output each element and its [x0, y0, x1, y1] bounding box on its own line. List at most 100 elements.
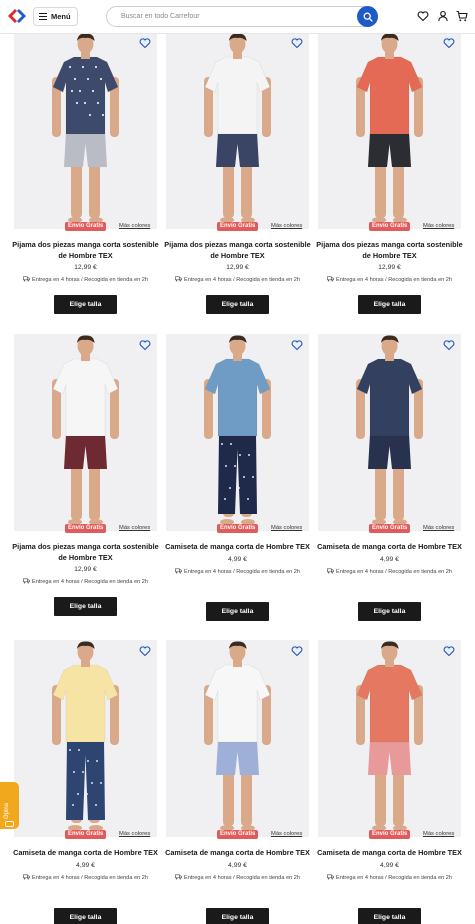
delivery-text: Entrega en 4 horas / Recogida en tienda …	[32, 875, 148, 881]
delivery-info: Entrega en 4 horas / Recogida en tienda …	[14, 578, 157, 585]
product-card[interactable]: Envío Gratis Más colores Pijama dos piezas…	[12, 32, 159, 322]
product-title[interactable]: Camiseta de manga corta de Hombre TEX	[164, 847, 311, 858]
favorite-heart-icon[interactable]	[139, 37, 151, 49]
more-colors-link[interactable]: Más colores	[119, 223, 150, 229]
choose-size-button[interactable]: Elige talla	[54, 597, 117, 616]
choose-size-button[interactable]: Elige talla	[54, 295, 117, 314]
free-shipping-badge: Envío Gratis	[65, 830, 107, 839]
search-button[interactable]	[357, 6, 378, 27]
delivery-text: Entrega en 4 horas / Recogida en tienda …	[184, 569, 300, 575]
delivery-info: Entrega en 4 horas / Recogida en tienda …	[166, 874, 309, 881]
favorite-heart-icon[interactable]	[139, 645, 151, 657]
menu-icon	[39, 13, 47, 21]
product-image[interactable]	[14, 32, 157, 229]
product-card[interactable]: Envío Gratis Más colores Pijama dos piezas…	[12, 334, 159, 624]
product-card[interactable]: Envío Gratis Más colores Pijama dos piezas…	[164, 32, 311, 322]
search-input[interactable]: Buscar en todo Carrefour	[121, 13, 200, 20]
delivery-truck-icon	[175, 276, 182, 282]
delivery-info: Entrega en 4 horas / Recogida en tienda …	[318, 276, 461, 283]
free-shipping-badge: Envío Gratis	[65, 524, 107, 533]
choose-size-button[interactable]: Elige talla	[358, 908, 421, 924]
product-card[interactable]: Envío Gratis Más colores Camiseta de manga…	[164, 334, 311, 624]
product-image[interactable]	[318, 640, 461, 837]
more-colors-link[interactable]: Más colores	[423, 831, 454, 837]
delivery-info: Entrega en 4 horas / Recogida en tienda …	[318, 568, 461, 575]
more-colors-link[interactable]: Más colores	[271, 831, 302, 837]
model-figure	[204, 33, 271, 223]
product-title[interactable]: Pijama dos piezas manga corta sostenible…	[164, 239, 311, 261]
model-figure	[52, 33, 119, 223]
more-colors-link[interactable]: Más colores	[119, 831, 150, 837]
delivery-text: Entrega en 4 horas / Recogida en tienda …	[32, 277, 148, 283]
delivery-truck-icon	[327, 874, 334, 880]
model-figure	[204, 641, 271, 831]
delivery-info: Entrega en 4 horas / Recogida en tienda …	[14, 874, 157, 881]
product-image[interactable]	[166, 32, 309, 229]
delivery-info: Entrega en 4 horas / Recogida en tienda …	[14, 276, 157, 283]
delivery-text: Entrega en 4 horas / Recogida en tienda …	[336, 875, 452, 881]
product-title[interactable]: Pijama dos piezas manga corta sostenible…	[12, 541, 159, 563]
feedback-tab[interactable]: Opina	[0, 782, 19, 829]
free-shipping-badge: Envío Gratis	[217, 524, 259, 533]
product-card[interactable]: Envío Gratis Más colores Camiseta de manga…	[164, 640, 311, 924]
more-colors-link[interactable]: Más colores	[119, 525, 150, 531]
favorite-heart-icon[interactable]	[291, 37, 303, 49]
product-image[interactable]	[166, 640, 309, 837]
product-card[interactable]: Envío Gratis Más colores Pijama dos piezas…	[316, 32, 463, 322]
choose-size-button[interactable]: Elige talla	[206, 295, 269, 314]
product-title[interactable]: Camiseta de manga corta de Hombre TEX	[316, 541, 463, 552]
more-colors-link[interactable]: Más colores	[271, 525, 302, 531]
product-image[interactable]	[318, 334, 461, 531]
delivery-info: Entrega en 4 horas / Recogida en tienda …	[166, 568, 309, 575]
free-shipping-badge: Envío Gratis	[369, 222, 411, 231]
more-colors-link[interactable]: Más colores	[271, 223, 302, 229]
search-bar[interactable]: Buscar en todo Carrefour	[106, 6, 378, 27]
product-title[interactable]: Pijama dos piezas manga corta sostenible…	[316, 239, 463, 261]
choose-size-button[interactable]: Elige talla	[54, 908, 117, 924]
favorite-heart-icon[interactable]	[139, 339, 151, 351]
delivery-truck-icon	[175, 874, 182, 880]
favorite-heart-icon[interactable]	[443, 339, 455, 351]
product-card[interactable]: Envío Gratis Más colores Camiseta de manga…	[12, 640, 159, 924]
product-image[interactable]	[14, 640, 157, 837]
product-card[interactable]: Envío Gratis Más colores Camiseta de manga…	[316, 640, 463, 924]
carrefour-logo[interactable]	[6, 8, 28, 24]
choose-size-button[interactable]: Elige talla	[206, 602, 269, 621]
user-icon[interactable]	[437, 10, 449, 22]
search-icon	[363, 12, 373, 22]
model-figure	[356, 33, 423, 223]
product-price: 4,99 €	[76, 862, 95, 869]
favorite-heart-icon[interactable]	[443, 645, 455, 657]
delivery-truck-icon	[327, 568, 334, 574]
product-title[interactable]: Camiseta de manga corta de Hombre TEX	[164, 541, 311, 552]
product-price: 12,99 €	[378, 264, 401, 271]
choose-size-button[interactable]: Elige talla	[206, 908, 269, 924]
free-shipping-badge: Envío Gratis	[217, 222, 259, 231]
favorite-heart-icon[interactable]	[443, 37, 455, 49]
product-title[interactable]: Camiseta de manga corta de Hombre TEX	[316, 847, 463, 858]
model-figure	[356, 335, 423, 525]
menu-button[interactable]: Menú	[33, 7, 78, 26]
favorite-heart-icon[interactable]	[291, 339, 303, 351]
chat-icon	[5, 821, 14, 827]
product-image[interactable]	[318, 32, 461, 229]
product-image[interactable]	[166, 334, 309, 531]
choose-size-button[interactable]: Elige talla	[358, 295, 421, 314]
delivery-info: Entrega en 4 horas / Recogida en tienda …	[166, 276, 309, 283]
more-colors-link[interactable]: Más colores	[423, 223, 454, 229]
product-image[interactable]	[14, 334, 157, 531]
product-title[interactable]: Camiseta de manga corta de Hombre TEX	[12, 847, 159, 858]
model-figure	[52, 641, 119, 831]
free-shipping-badge: Envío Gratis	[369, 524, 411, 533]
product-price: 12,99 €	[226, 264, 249, 271]
top-header: Menú Buscar en todo Carrefour	[0, 0, 475, 34]
delivery-truck-icon	[327, 276, 334, 282]
heart-icon[interactable]	[417, 10, 429, 22]
choose-size-button[interactable]: Elige talla	[358, 602, 421, 621]
more-colors-link[interactable]: Más colores	[423, 525, 454, 531]
cart-icon[interactable]	[456, 10, 468, 22]
product-title[interactable]: Pijama dos piezas manga corta sostenible…	[12, 239, 159, 261]
favorite-heart-icon[interactable]	[291, 645, 303, 657]
product-card[interactable]: Envío Gratis Más colores Camiseta de manga…	[316, 334, 463, 624]
product-price: 4,99 €	[228, 862, 247, 869]
